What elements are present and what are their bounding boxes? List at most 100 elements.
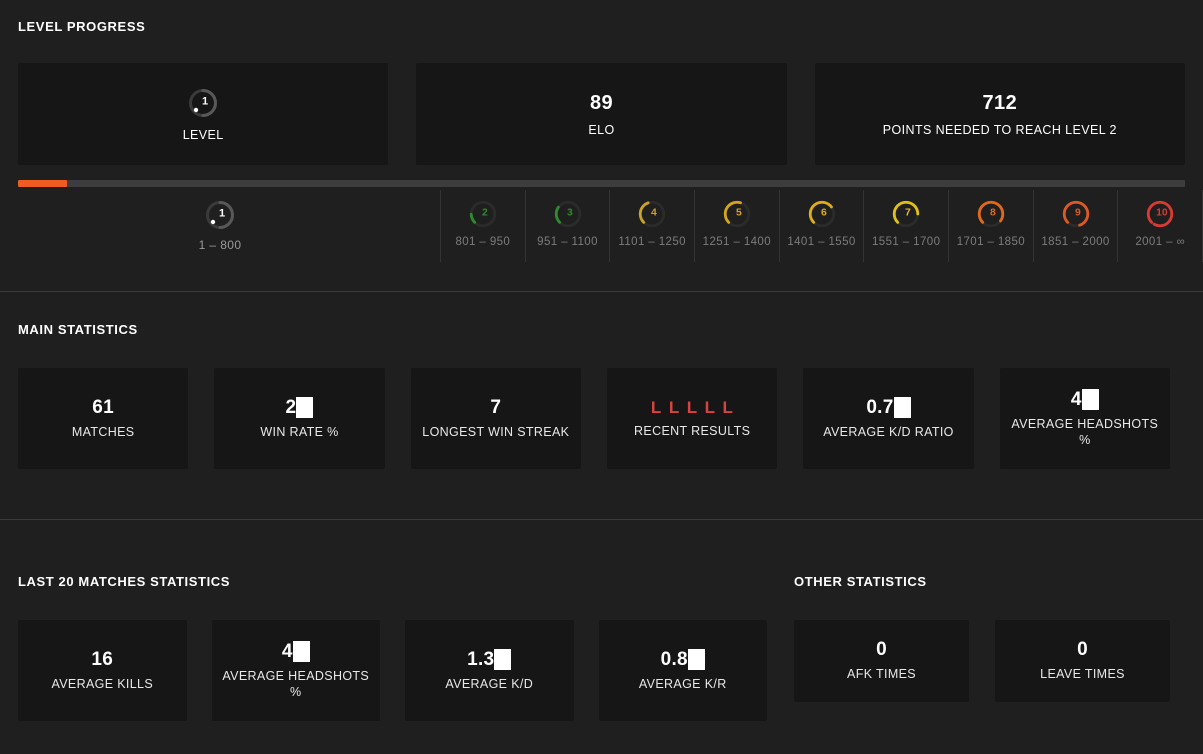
ladder-tier-9: 9 1851 – 2000 [1033, 190, 1118, 262]
level-7-ring-icon: 7 [890, 198, 922, 230]
leave-times-label: LEAVE TIMES [1040, 666, 1125, 682]
ladder-current-tier: 1 1 – 800 [0, 190, 440, 252]
last-20-matches-heading: LAST 20 MATCHES STATISTICS [18, 574, 230, 589]
l20-average-k-d-card: 1.3 AVERAGE K/D [405, 620, 574, 721]
other-statistics-heading: OTHER STATISTICS [794, 574, 927, 589]
average-k-d-ratio-card: 0.7 AVERAGE K/D RATIO [803, 368, 973, 469]
level-number-text: 9 [1075, 208, 1081, 219]
l20-average-headshots-label: AVERAGE HEADSHOTS % [218, 668, 373, 701]
elo-label: ELO [588, 123, 614, 137]
redaction-block [296, 397, 313, 418]
section-divider-2 [0, 519, 1203, 520]
points-needed-label: POINTS NEEDED TO REACH LEVEL 2 [883, 123, 1117, 137]
average-headshots-value: 4 [1071, 389, 1099, 411]
l20-average-k-r-value: 0.8 [661, 649, 705, 671]
level-card-label: LEVEL [183, 128, 224, 142]
ladder-tier-range: 1401 – 1550 [787, 236, 855, 248]
level-number-text: 5 [736, 208, 742, 219]
l20-average-kills-label: AVERAGE KILLS [51, 676, 153, 692]
win-rate-card: 2WIN RATE % [214, 368, 384, 469]
level-number-text: 6 [821, 208, 827, 219]
recent-result-item: L [651, 398, 662, 418]
recent-result-item: L [687, 398, 698, 418]
ladder-tier-8: 8 1701 – 1850 [948, 190, 1033, 262]
other-statistics-cards: 0 AFK TIMES 0 LEAVE TIMES [794, 620, 1170, 702]
ladder-tier-range: 1701 – 1850 [957, 236, 1025, 248]
main-statistics-cards: 61MATCHES 2WIN RATE % 7 LONGEST WIN STREAK L… [18, 368, 1170, 469]
level-progress-bar [18, 180, 1185, 187]
win-rate-value: 2 [286, 397, 314, 419]
ladder-tier-range: 1101 – 1250 [618, 236, 686, 248]
elo-card: 89 ELO [416, 63, 786, 165]
level-number-text: 4 [651, 208, 657, 219]
recent-results-label: RECENT RESULTS [634, 423, 750, 439]
average-k-d-ratio-value: 0.7 [866, 397, 910, 419]
last-20-matches-cards: 16AVERAGE KILLS4AVERAGE HEADSHOTS %1.3AV… [18, 620, 767, 721]
ladder-tier-range: 951 – 1100 [537, 236, 598, 248]
level-number-text: 2 [482, 208, 488, 219]
l20-average-kills-card: 16 AVERAGE KILLS [18, 620, 187, 721]
recent-result-item: L [669, 398, 680, 418]
ladder-tier-5: 5 1251 – 1400 [694, 190, 779, 262]
leave-times-value: 0 [1077, 639, 1088, 661]
ladder-tier-2: 2801 – 950 [440, 190, 525, 262]
leave-times-card: 0 LEAVE TIMES [995, 620, 1170, 702]
level-number-text: 10 [1156, 208, 1168, 219]
average-headshots-label: AVERAGE HEADSHOTS % [1006, 416, 1163, 449]
level-3-ring-icon: 3 [552, 198, 584, 230]
level-number-text: 1 [202, 95, 208, 107]
player-stats-page: LEVEL PROGRESS 1 LEVEL 89 ELO 712 POINTS… [0, 0, 1203, 754]
level-card: 1 LEVEL [18, 63, 388, 165]
current-level-number-text: 1 [219, 207, 225, 219]
section-divider-1 [0, 291, 1203, 292]
redaction-block [1082, 389, 1099, 410]
elo-value: 89 [590, 92, 613, 115]
l20-average-k-r-label: AVERAGE K/R [639, 676, 727, 692]
l20-average-kills-value: 16 [91, 649, 113, 671]
matches-card: 61MATCHES [18, 368, 188, 469]
recent-results-row: LLLLL [651, 398, 733, 418]
level-9-ring-icon: 9 [1060, 198, 1092, 230]
level-progress-fill [18, 180, 67, 187]
ladder-tier-10: 10 2001 – ∞ [1117, 190, 1203, 262]
l20-average-k-d-label: AVERAGE K/D [445, 676, 533, 692]
redaction-block [894, 397, 911, 418]
redaction-block [688, 649, 705, 670]
ladder-tier-6: 6 1401 – 1550 [779, 190, 864, 262]
level-ladder: 1 1 – 800 2801 – 950 3 951 – 1100 4 1101 – 1… [0, 190, 1203, 262]
level-number-text: 8 [990, 208, 996, 219]
ladder-tier-range: 1851 – 2000 [1041, 236, 1109, 248]
points-needed-card: 712 POINTS NEEDED TO REACH LEVEL 2 [815, 63, 1185, 165]
level-8-ring-icon: 8 [975, 198, 1007, 230]
l20-average-k-d-value: 1.3 [467, 649, 511, 671]
level-2-ring-icon: 2 [467, 198, 499, 230]
level-progress-heading: LEVEL PROGRESS [18, 19, 145, 34]
matches-label: MATCHES [72, 424, 135, 440]
ladder-tier-range: 1551 – 1700 [872, 236, 940, 248]
afk-times-label: AFK TIMES [847, 666, 916, 682]
average-k-d-ratio-label: AVERAGE K/D RATIO [823, 424, 954, 440]
ladder-tier-4: 4 1101 – 1250 [609, 190, 694, 262]
main-statistics-heading: MAIN STATISTICS [18, 322, 138, 337]
level-number-text: 3 [566, 208, 572, 219]
level-1-ring-icon: 1 [186, 86, 220, 120]
level-progress-cards: 1 LEVEL 89 ELO 712 POINTS NEEDED TO REAC… [18, 63, 1185, 165]
ladder-tiers: 2801 – 950 3 951 – 1100 4 1101 – 1250 5 1251 –… [440, 190, 1203, 262]
level-5-ring-icon: 5 [721, 198, 753, 230]
ladder-tier-range: 1251 – 1400 [703, 236, 771, 248]
level-10-ring-icon: 10 [1144, 198, 1176, 230]
longest-win-streak-value: 7 [490, 397, 501, 419]
level-4-ring-icon: 4 [636, 198, 668, 230]
recent-results-value: LLLLL [651, 398, 733, 418]
redaction-block [494, 649, 511, 670]
longest-win-streak-label: LONGEST WIN STREAK [422, 424, 569, 440]
recent-result-item: L [705, 398, 716, 418]
level-6-ring-icon: 6 [806, 198, 838, 230]
ladder-tier-7: 7 1551 – 1700 [863, 190, 948, 262]
l20-average-k-r-card: 0.8 AVERAGE K/R [599, 620, 768, 721]
recent-results-card: LLLLL RECENT RESULTS [607, 368, 777, 469]
ladder-tier-range: 2001 – ∞ [1135, 236, 1185, 248]
afk-times-value: 0 [876, 639, 887, 661]
current-level-range: 1 – 800 [199, 238, 242, 252]
redaction-block [293, 641, 310, 662]
